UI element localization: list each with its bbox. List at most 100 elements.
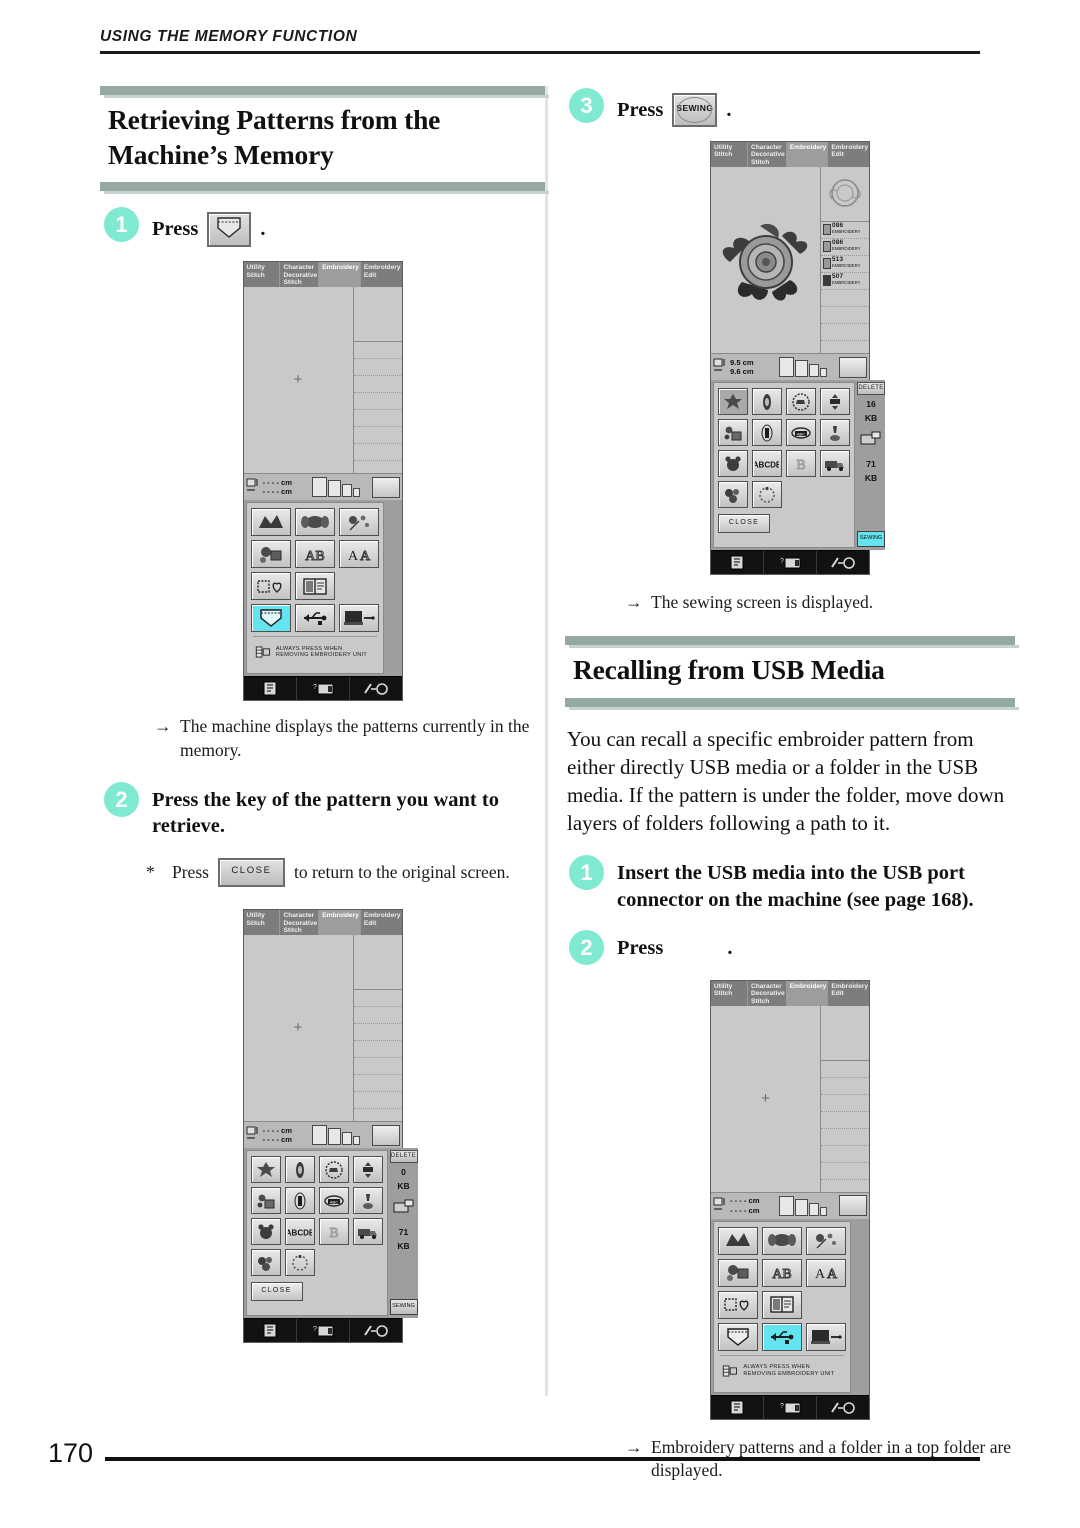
abcd-oval-icon[interactable]: ABC [318,1187,349,1215]
close-button[interactable]: CLOSE [250,1282,303,1302]
star-flower-icon[interactable] [718,388,748,415]
delete-button[interactable]: DELETE [857,382,885,395]
hoop-size-indicator [311,1125,360,1146]
computer-link-icon[interactable] [806,1322,846,1351]
tab-character-decorative-stitch[interactable]: Character Decorative Stitch [748,142,787,167]
bookmark-patterns-icon[interactable] [294,572,335,601]
close-button[interactable]: CLOSE [718,514,770,533]
pocket-memory-icon[interactable] [250,604,291,633]
tab-embroidery[interactable]: Embroidery [319,910,361,936]
lcd-screen-memory-list[interactable]: Utility Stitch Character Decorative Stit… [242,909,418,1344]
help-machine-icon[interactable]: ? [297,677,350,701]
star-flower-icon[interactable] [250,1156,281,1184]
tab-embroidery-edit[interactable]: Embroidery Edit [828,981,869,1006]
circle-cart-icon[interactable] [786,388,816,415]
manual-icon[interactable] [711,551,764,574]
cluster-icon[interactable] [718,481,748,508]
sewing-button[interactable]: SEWING [857,531,885,547]
ornament-icon[interactable] [752,388,782,415]
hoop-select-button[interactable] [371,1124,400,1146]
truck-icon[interactable] [352,1218,383,1246]
lcd-screen-rose-pattern[interactable]: Utility Stitch Character Decorative Stit… [710,141,885,575]
tab-embroidery[interactable]: Embroidery [786,142,829,167]
letter-B-icon[interactable]: B [318,1218,349,1246]
lamp-icon[interactable] [352,1187,383,1215]
frame-shapes-icon[interactable] [250,572,291,601]
hoop-select-button[interactable] [839,1195,867,1217]
threading-icon[interactable] [350,1319,402,1342]
character-pattern-icon[interactable] [250,540,291,569]
usb-media-icon[interactable] [294,604,335,633]
help-machine-icon[interactable]: ? [297,1319,350,1343]
thimble-icon[interactable] [284,1187,315,1215]
frame-letters-AB-icon[interactable]: AB [294,540,335,569]
sewing-key-icon[interactable]: SEWING [672,93,718,127]
manual-icon[interactable] [711,1395,764,1419]
tab-character-decorative-stitch[interactable]: Character Decorative Stitch [280,262,320,288]
close-key-icon[interactable]: CLOSE [217,858,285,888]
floral-sprig-icon[interactable] [806,1226,846,1255]
sewing-button[interactable]: SEWING [389,1299,418,1316]
pocket-memory-icon[interactable] [718,1322,758,1351]
tab-embroidery-edit[interactable]: Embroidery Edit [828,142,869,167]
delete-button[interactable]: DELETE [389,1150,418,1164]
tab-character-decorative-stitch[interactable]: Character Decorative Stitch [280,910,320,936]
usb-media-icon[interactable] [762,1322,802,1351]
lcd-screen-category-select[interactable]: Utility Stitch Character Decorative Stit… [242,261,403,702]
letter-B-icon[interactable]: B [786,450,816,477]
ABCDE-text-icon[interactable]: ABCDE [284,1218,315,1246]
ring-icon[interactable] [752,481,782,508]
ABCDE-text-icon[interactable]: ABCDE [752,450,782,477]
manual-icon[interactable] [244,1319,297,1343]
ornament-icon[interactable] [284,1156,315,1184]
tab-embroidery[interactable]: Embroidery [786,980,829,1006]
tab-utility-stitch[interactable]: Utility Stitch [711,980,748,1006]
tab-utility-stitch[interactable]: Utility Stitch [244,910,281,936]
bear-icon[interactable] [250,1218,281,1246]
lamp-icon[interactable] [820,419,850,446]
truck-icon[interactable] [820,450,850,477]
frame-letters-AB-icon[interactable]: AB [762,1258,802,1287]
tab-embroidery-edit[interactable]: Embroidery Edit [361,910,402,935]
threading-icon[interactable] [350,677,402,700]
cluster-icon[interactable] [250,1249,281,1277]
help-machine-icon[interactable]: ? [764,551,817,574]
embroidery-pattern-icon[interactable] [250,508,291,537]
ring-icon[interactable] [284,1249,315,1277]
font-letters-AA-icon[interactable]: AA [806,1258,846,1287]
dimension-readout: 9.5 cm 9.6 cm [730,358,776,377]
tab-character-decorative-stitch[interactable]: Character Decorative Stitch [748,980,787,1006]
embroidery-pattern-icon[interactable] [718,1226,758,1255]
thimble-icon[interactable] [752,419,782,446]
hoop-select-button[interactable] [371,476,400,498]
help-machine-icon[interactable]: ? [764,1395,817,1419]
lantern-icon[interactable] [820,388,850,415]
tab-embroidery-edit[interactable]: Embroidery Edit [361,262,402,287]
threading-icon[interactable] [817,551,869,574]
manual-icon[interactable] [244,677,297,701]
embroidery-unit-icon[interactable] [722,1360,738,1382]
font-letters-AA-icon[interactable]: AA [338,540,379,569]
threading-icon[interactable] [817,1396,869,1419]
bear-icon[interactable] [718,450,748,477]
lcd-screen-usb-select[interactable]: Utility Stitch Character Decorative Stit… [710,979,870,1420]
bookmark-patterns-icon[interactable] [762,1290,802,1319]
lantern-icon[interactable] [352,1156,383,1184]
character-pattern-icon[interactable] [718,1258,758,1287]
hoop-select-button[interactable] [839,356,867,378]
tab-utility-stitch[interactable]: Utility Stitch [244,262,281,288]
computer-link-icon[interactable] [338,604,379,633]
tab-embroidery[interactable]: Embroidery [319,262,361,288]
floral-pattern-icon[interactable] [294,508,335,537]
pocket-memory-icon[interactable] [207,212,252,248]
abcd-oval-icon[interactable]: ABC [786,419,816,446]
sewing-kit-icon[interactable] [718,419,748,446]
floral-sprig-icon[interactable] [338,508,379,537]
tab-utility-stitch[interactable]: Utility Stitch [711,142,748,167]
sewing-kit-icon[interactable] [250,1187,281,1215]
floral-pattern-icon[interactable] [762,1226,802,1255]
embroidery-unit-icon[interactable] [255,641,271,663]
frame-shapes-icon[interactable] [718,1290,758,1319]
circle-cart-icon[interactable] [318,1156,349,1184]
starnote-before: Press [172,862,209,883]
